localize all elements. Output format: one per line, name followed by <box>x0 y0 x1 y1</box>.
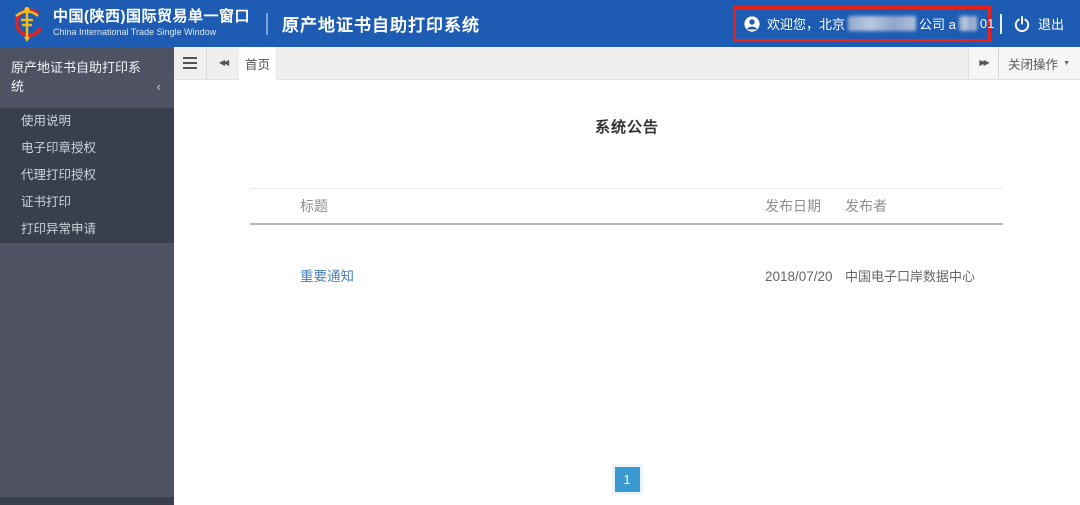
close-operations-label: 关闭操作 <box>1008 57 1059 72</box>
double-arrow-left-icon: ◀◀ <box>218 58 229 67</box>
pagination: 1 <box>174 467 1080 492</box>
brand-title: 中国(陕西)国际贸易单一窗口 <box>53 8 250 26</box>
sidebar-menu: 使用说明 电子印章授权 代理打印授权 证书打印 打印异常申请 <box>0 108 174 243</box>
welcome-text: 欢迎您，北京 公司 a 01 <box>767 14 994 33</box>
customs-emblem-icon <box>14 6 42 42</box>
announcement-link[interactable]: 重要通知 <box>300 269 354 284</box>
toggle-sidebar-button[interactable] <box>174 47 206 79</box>
sidebar-title[interactable]: 原产地证书自助打印系统 ‹ <box>0 47 174 108</box>
announcements-title: 系统公告 <box>594 119 659 136</box>
header-user-area: 欢迎您，北京 公司 a 01 退出 <box>732 0 1080 47</box>
scroll-tabs-left-button[interactable]: ◀◀ <box>207 47 239 79</box>
redacted-company-name <box>848 16 916 31</box>
title-divider <box>266 12 268 35</box>
collapse-chevron-icon[interactable]: ‹ <box>157 77 161 96</box>
column-header-publisher: 发布者 <box>845 198 887 214</box>
logout-divider <box>999 13 1002 34</box>
announcement-publisher: 中国电子口岸数据中心 <box>845 269 976 284</box>
table-row: 重要通知 2018/07/20 中国电子口岸数据中心 <box>250 225 1003 285</box>
double-arrow-right-icon: ▶▶ <box>979 58 989 67</box>
tab-home[interactable]: 首页 <box>239 47 277 80</box>
app-header: 中国(陕西)国际贸易单一窗口 China International Trade… <box>0 0 1080 47</box>
table-header-row: 标题 发布日期 发布者 <box>250 188 1003 225</box>
redacted-username <box>958 16 977 31</box>
column-header-title: 标题 <box>300 198 328 214</box>
welcome-mid: 公司 a <box>919 17 956 32</box>
column-header-date: 发布日期 <box>765 198 821 214</box>
chevron-down-icon: ▼ <box>1063 59 1070 67</box>
brand: 中国(陕西)国际贸易单一窗口 China International Trade… <box>53 9 250 37</box>
logout-button[interactable]: 退出 <box>1038 14 1064 33</box>
welcome-suffix: 01 <box>979 16 995 31</box>
sidebar-footer-strip <box>0 497 174 505</box>
sidebar-item-eseal-authorization[interactable]: 电子印章授权 <box>0 135 174 162</box>
tabbar-right-controls: ▶▶ 关闭操作 ▼ <box>968 47 1080 79</box>
announcement-date: 2018/07/20 <box>765 269 833 284</box>
hamburger-icon <box>183 57 197 69</box>
page-title: 原产地证书自助打印系统 <box>282 16 480 35</box>
user-icon <box>744 15 760 32</box>
welcome-prefix: 欢迎您，北京 <box>766 17 845 32</box>
sidebar-item-usage-instructions[interactable]: 使用说明 <box>0 108 174 135</box>
scroll-tabs-right-button[interactable]: ▶▶ <box>969 47 998 79</box>
power-icon[interactable] <box>1013 15 1031 33</box>
sidebar: 原产地证书自助打印系统 ‹ 使用说明 电子印章授权 代理打印授权 证书打印 打印… <box>0 47 174 505</box>
page-1-button[interactable]: 1 <box>614 467 640 492</box>
sidebar-title-label: 原产地证书自助打印系统 <box>11 60 142 94</box>
close-operations-dropdown[interactable]: 关闭操作 ▼ <box>999 47 1080 79</box>
annotation-red-box: 欢迎您，北京 公司 a 01 <box>732 5 994 42</box>
main-content: 系统公告 标题 发布日期 发布者 重要通知 2018/07/20 中国电子口岸数… <box>174 80 1080 505</box>
sidebar-item-print-exception-request[interactable]: 打印异常申请 <box>0 216 174 243</box>
announcements-table: 标题 发布日期 发布者 重要通知 2018/07/20 中国电子口岸数据中心 <box>250 188 1003 285</box>
sidebar-item-certificate-print[interactable]: 证书打印 <box>0 189 174 216</box>
tab-bar: ◀◀ 首页 ▶▶ 关闭操作 ▼ <box>174 47 1080 80</box>
brand-subtitle: China International Trade Single Window <box>53 26 217 37</box>
sidebar-item-agent-print-authorization[interactable]: 代理打印授权 <box>0 162 174 189</box>
